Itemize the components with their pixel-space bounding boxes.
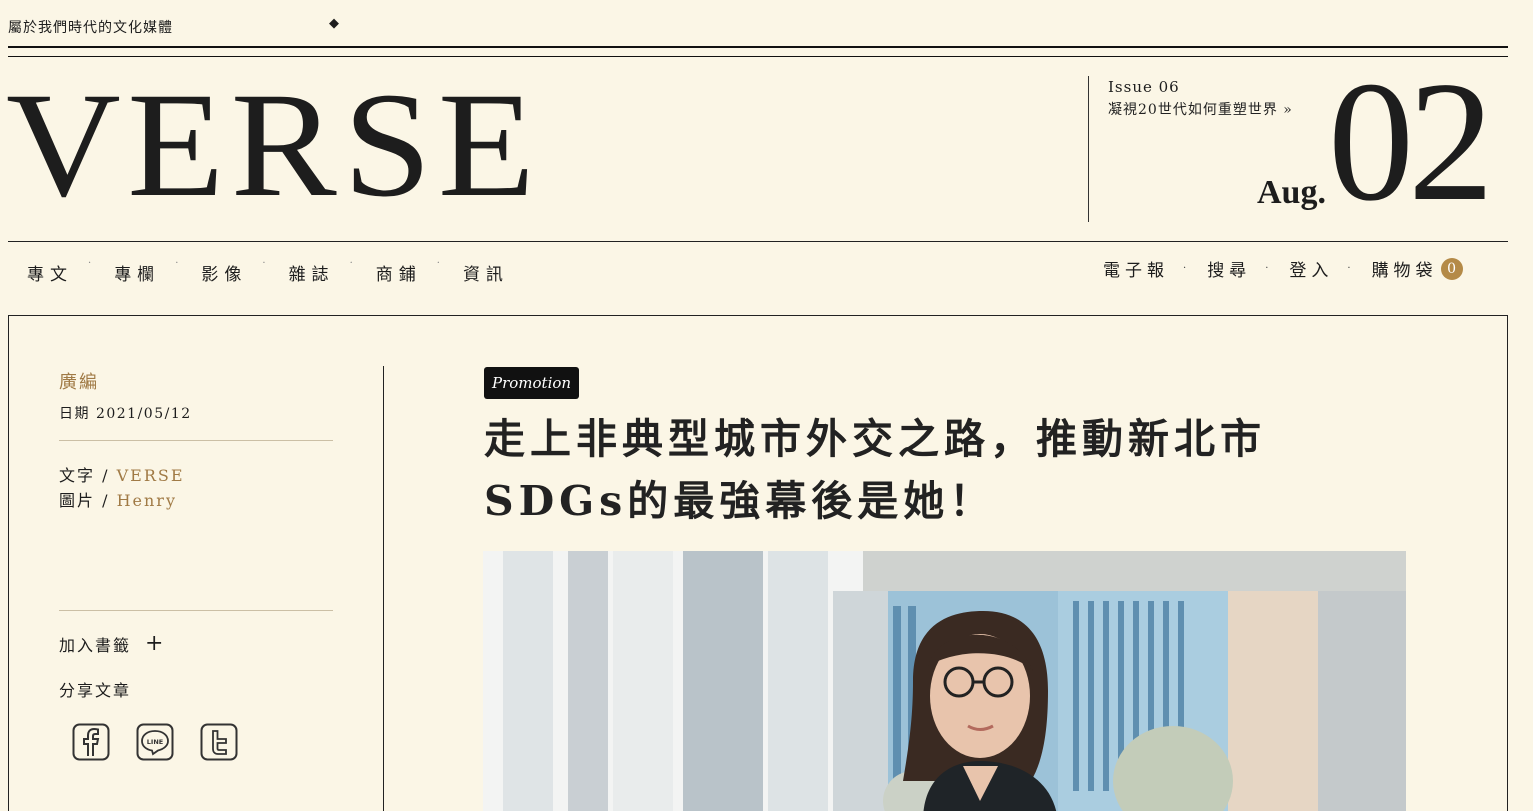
nav-separator: · <box>1265 263 1274 274</box>
nav-separator: · <box>349 258 359 269</box>
nav-item-columns[interactable]: 專欄 <box>114 260 160 285</box>
site-logo[interactable]: VERSE <box>6 70 541 220</box>
date-day: 02 <box>1328 47 1494 237</box>
line-icon[interactable]: LINE <box>136 723 174 761</box>
article-title-line-1: 走上非典型城市外交之路，推動新北市 <box>484 415 1266 463</box>
cart-count-badge[interactable]: 0 <box>1440 257 1463 280</box>
header-rule-thin <box>8 56 1508 57</box>
nav-item-articles[interactable]: 專文 <box>27 260 73 285</box>
site-slogan: 屬於我們時代的文化媒體 <box>8 20 173 36</box>
column-divider <box>383 366 384 811</box>
nav-item-video[interactable]: 影像 <box>201 260 247 285</box>
nav-separator: · <box>175 258 185 269</box>
nav-cart[interactable]: 購物袋 <box>1372 256 1438 281</box>
nav-newsletter[interactable]: 電子報 <box>1103 256 1169 281</box>
photo-credit: 圖片 / Henry <box>59 487 177 511</box>
nav-separator: · <box>1347 263 1356 274</box>
article-tag[interactable]: Promotion <box>484 367 580 399</box>
sidebar-divider <box>59 440 333 441</box>
writer-label: 文字 / <box>59 466 117 485</box>
date-month: Aug. <box>1257 174 1326 211</box>
issue-label: Issue 06 <box>1108 78 1180 96</box>
nav-item-info[interactable]: 資訊 <box>463 260 509 285</box>
main-nav: 專文 · 專欄 · 影像 · 雜誌 · 商鋪 · 資訊 <box>27 258 509 285</box>
bookmark-label: 加入書籤 <box>59 636 132 655</box>
utility-nav: 電子報 · 搜尋 · 登入 · 購物袋 0 <box>1103 256 1463 281</box>
facebook-icon[interactable] <box>72 723 110 761</box>
article-title-line-2: SDGs的最強幕後是她！ <box>484 477 996 525</box>
photo-label: 圖片 / <box>59 491 117 510</box>
plus-icon: + <box>145 631 166 656</box>
issue-divider <box>1088 76 1089 222</box>
nav-separator: · <box>88 258 98 269</box>
nav-separator: · <box>436 258 446 269</box>
writer-name[interactable]: VERSE <box>117 466 185 485</box>
top-bar: 屬於我們時代的文化媒體 ◆ <box>8 14 1508 48</box>
issue-link[interactable]: 凝視20世代如何重塑世界 » <box>1108 99 1293 119</box>
article-date: 日期 2021/05/12 <box>59 406 192 422</box>
nav-item-magazine[interactable]: 雜誌 <box>289 260 335 285</box>
add-bookmark-button[interactable]: 加入書籤 + <box>59 632 165 656</box>
twitter-icon[interactable] <box>200 723 238 761</box>
hero-image <box>483 551 1406 811</box>
diamond-icon: ◆ <box>329 16 339 31</box>
nav-separator: · <box>1183 263 1192 274</box>
header-rule-thick <box>8 46 1508 48</box>
nav-rule <box>8 241 1508 242</box>
article-category[interactable]: 廣編 <box>59 368 99 394</box>
hero-photo <box>483 551 1406 811</box>
share-label: 分享文章 <box>59 681 132 700</box>
sidebar-divider <box>59 610 333 611</box>
article-title: 走上非典型城市外交之路，推動新北市 SDGs的最強幕後是她！ <box>484 408 1364 532</box>
photographer-name[interactable]: Henry <box>117 491 177 510</box>
writer-credit: 文字 / VERSE <box>59 462 185 486</box>
svg-text:LINE: LINE <box>147 738 163 746</box>
nav-search[interactable]: 搜尋 <box>1207 256 1251 281</box>
nav-login[interactable]: 登入 <box>1289 256 1333 281</box>
nav-separator: · <box>262 258 272 269</box>
nav-item-shop[interactable]: 商鋪 <box>376 260 422 285</box>
